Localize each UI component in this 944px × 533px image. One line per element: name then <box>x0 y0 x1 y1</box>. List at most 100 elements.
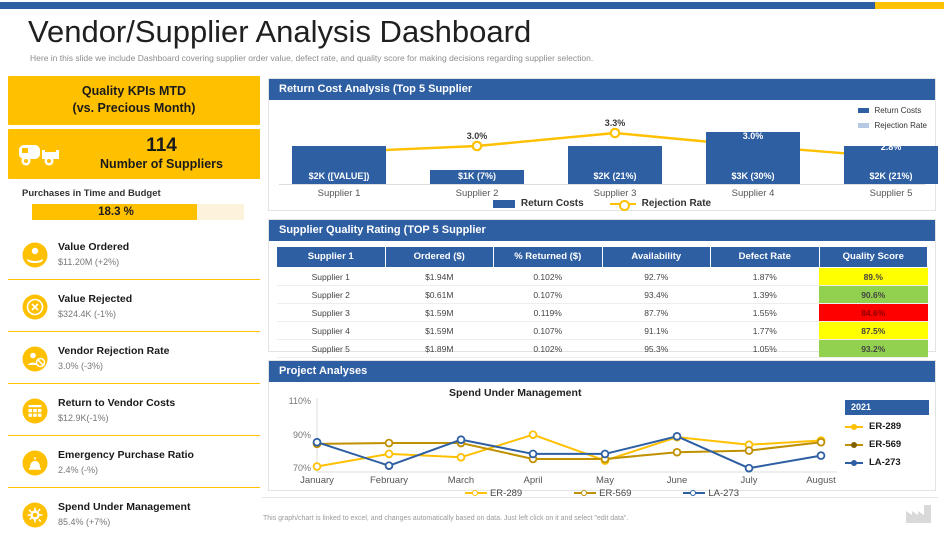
rejection-rate-data-label: 2.9% <box>294 137 315 147</box>
kpi-item-vendor-rejection-rate[interactable]: Vendor Rejection Rate 3.0% (-3%) <box>8 335 260 384</box>
table-cell: 0.102% <box>493 267 602 286</box>
table-row[interactable]: Supplier 3 $1.59M 0.119% 87.7% 1.55% 84.6% <box>276 303 928 322</box>
table-cell: 1.05% <box>710 339 819 358</box>
chart-title: Spend Under Management <box>449 387 582 399</box>
table-column-header: Defect Rate <box>710 246 820 268</box>
panel-title: Supplier Quality Rating (TOP 5 Supplier <box>269 220 935 241</box>
bar-data-label: $2K (21%) <box>869 171 913 181</box>
footer-divider <box>262 497 938 498</box>
kpi-header-line2: (vs. Precious Month) <box>72 100 196 115</box>
table-cell: Supplier 1 <box>276 267 385 286</box>
page-subtitle: Here in this slide we include Dashboard … <box>30 53 594 63</box>
legend-item-return-costs-bottom: Return Costs <box>492 198 584 209</box>
table-column-header: Supplier 1 <box>276 246 386 268</box>
supplier-quality-table[interactable]: Supplier 1 Ordered ($)% Returned ($) Avail… <box>276 246 928 358</box>
rejection-rate-data-label: 3.0% <box>466 131 488 141</box>
table-cell: 0.119% <box>493 303 602 322</box>
kpi-item-value-rejected[interactable]: Value Rejected $324.4K (-1%) <box>8 283 260 332</box>
vendor-ban-icon <box>22 346 48 372</box>
kpi-item-return-to-vendor-costs[interactable]: Return to Vendor Costs $12.9K(-1%) <box>8 387 260 436</box>
table-cell: $1.59M <box>385 303 494 322</box>
purchases-progress-label: Purchases in Time and Budget <box>22 187 161 199</box>
return-cost-analysis-panel: Return Cost Analysis (Top 5 Supplier Ret… <box>268 78 938 211</box>
legend-swatch-icon <box>857 123 869 128</box>
table-cell: 1.77% <box>710 321 819 340</box>
spend-under-management-chart[interactable]: Spend Under Management 2021 ER-289 ER-56… <box>269 382 935 499</box>
legend-label: Rejection Rate <box>874 121 927 130</box>
y-axis-tick-label: 70% <box>292 463 311 473</box>
kpi-item-value-ordered[interactable]: Value Ordered $11.20M (+2%) <box>8 231 260 280</box>
legend-line-icon <box>845 423 863 431</box>
table-cell: Supplier 2 <box>276 285 385 304</box>
y-axis-tick-label: 90% <box>292 429 311 440</box>
rejection-rate-data-label: 2.8% <box>880 142 902 152</box>
legend-line-icon <box>464 489 487 497</box>
kpi-item-label: Value Rejected <box>58 293 133 306</box>
kpi-item-label: Spend Under Management <box>58 501 191 514</box>
return-cost-chart[interactable]: Return Costs Rejection Rate Return Costs… <box>269 100 938 211</box>
table-cell: 1.39% <box>710 285 819 304</box>
legend-line-icon <box>845 459 863 467</box>
footer-note: This graph/chart is linked to excel, and… <box>263 515 629 522</box>
quality-score-cell: 87.5% <box>819 321 928 340</box>
table-column-header: Quality Score <box>818 246 928 268</box>
return-chart-legend-bottom: Return Costs Rejection Rate <box>269 198 935 211</box>
warehouse-icon <box>22 398 48 424</box>
category-label: Supplier 5 <box>869 188 913 199</box>
kpi-item-emergency-purchase-ratio[interactable]: Emergency Purchase Ratio 2.4% (-%) <box>8 439 260 488</box>
kpi-item-value: 2.4% (-%) <box>58 464 99 475</box>
top-accent-bar-blue <box>0 2 875 9</box>
suppliers-count-card: 114 Number of Suppliers <box>8 128 260 179</box>
kpi-item-value: $11.20M (+2%) <box>58 256 120 267</box>
kpi-sidebar: Quality KPIs MTD (vs. Precious Month) 11… <box>8 76 260 533</box>
kpi-item-value: 3.0% (-3%) <box>58 360 104 371</box>
quality-score-cell: 93.2% <box>819 339 928 358</box>
table-cell: 0.107% <box>493 321 602 340</box>
kpi-item-spend-under-management[interactable]: Spend Under Management 85.4% (+7%) <box>8 491 260 533</box>
quality-score-cell: 84.6% <box>819 303 928 322</box>
table-cell: 95.3% <box>602 339 711 358</box>
table-cell: $0.61M <box>385 285 494 304</box>
table-row[interactable]: Supplier 2 $0.61M 0.107% 93.4% 1.39% 90.6% <box>276 285 928 304</box>
bar-data-label: $1K (7%) <box>457 171 496 181</box>
supplier-quality-rating-panel: Supplier Quality Rating (TOP 5 Supplier … <box>268 219 936 358</box>
table-cell: 0.107% <box>493 285 602 304</box>
purchases-progress-bar: 18.3 % <box>32 203 244 220</box>
legend-swatch-icon <box>857 108 869 113</box>
kpi-header-line1: Quality KPIs MTD <box>81 84 187 98</box>
table-row[interactable]: Supplier 1 $1.94M 0.102% 92.7% 1.87% 89.% <box>276 267 928 286</box>
project-analyses-panel: Project Analyses Spend Under Management … <box>268 360 936 499</box>
legend-item-er-289: ER-289 <box>845 421 929 432</box>
bar-data-label: $2K (21%) <box>593 171 637 181</box>
legend-line-icon <box>609 199 636 211</box>
category-label: Supplier 3 <box>593 188 637 199</box>
top-accent-bar-yellow <box>875 2 944 9</box>
project-chart-legend: 2021 ER-289 ER-569 LA-273 <box>845 400 929 475</box>
table-row[interactable]: Supplier 4 $1.59M 0.107% 91.1% 1.77% 87.5% <box>276 321 928 340</box>
table-cell: 1.55% <box>710 303 819 322</box>
table-row[interactable]: Supplier 5 $1.89M 0.102% 95.3% 1.05% 93.2% <box>276 339 928 358</box>
bar-data-label: $2K ([VALUE]) <box>308 171 370 181</box>
table-cell: Supplier 4 <box>276 321 385 340</box>
table-cell: $1.59M <box>385 321 494 340</box>
kpi-item-label: Vendor Rejection Rate <box>58 345 170 358</box>
hand-coin-icon <box>22 242 48 268</box>
table-cell: Supplier 3 <box>276 303 385 322</box>
kpi-item-label: Value Ordered <box>58 241 130 254</box>
x-axis-tick-label: August <box>806 475 836 486</box>
legend-item-return-costs: Return Costs <box>857 106 927 115</box>
gear-spend-icon <box>22 502 48 528</box>
panel-title: Return Cost Analysis (Top 5 Supplier <box>269 79 935 100</box>
purchases-progress-card: Purchases in Time and Budget 18.3 % <box>8 182 260 228</box>
table-cell: 93.4% <box>602 285 711 304</box>
rejection-rate-data-label: 3.3% <box>604 118 626 128</box>
legend-label: Rejection Rate <box>641 198 712 209</box>
factory-icon <box>904 502 934 524</box>
legend-bar-icon <box>492 199 515 208</box>
legend-item-rejection-rate: Rejection Rate <box>857 121 927 130</box>
legend-label: Return Costs <box>520 198 584 209</box>
legend-item-la-273: LA-273 <box>845 457 929 468</box>
kpi-item-value: $324.4K (-1%) <box>58 308 117 319</box>
kpi-item-value: 85.4% (+7%) <box>58 516 111 527</box>
kpi-item-label: Return to Vendor Costs <box>58 397 176 410</box>
